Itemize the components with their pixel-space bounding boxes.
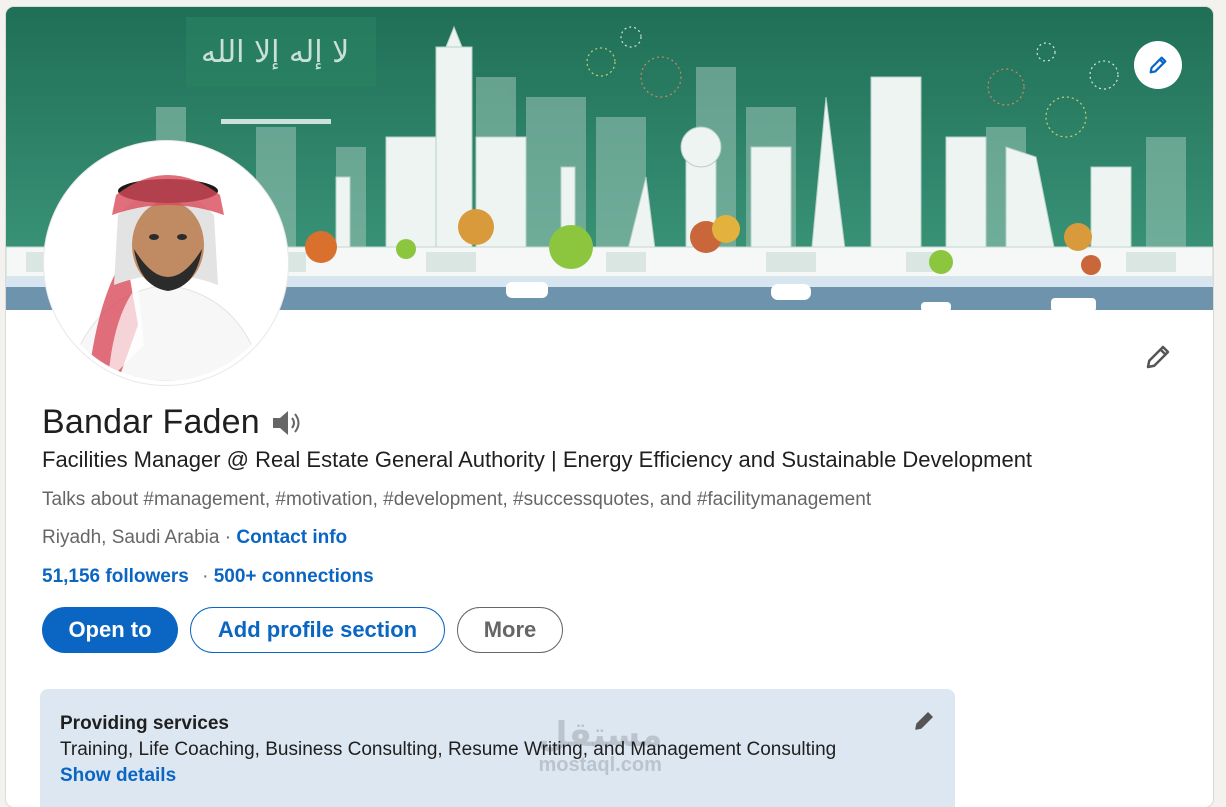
pencil-icon bbox=[1146, 345, 1170, 369]
location-row: Riyadh, Saudi Arabia · Contact info bbox=[42, 527, 347, 549]
talks-about: Talks about #management, #motivation, #d… bbox=[42, 489, 872, 510]
pencil-icon bbox=[915, 712, 933, 730]
more-button[interactable]: More bbox=[457, 607, 563, 653]
connections-link[interactable]: 500+ connections bbox=[214, 566, 374, 587]
contact-info-link[interactable]: Contact info bbox=[236, 527, 347, 548]
edit-cover-button[interactable] bbox=[1134, 41, 1182, 89]
profile-card: ﻻ ﺇﻟﻪ ﺇﻻ ﺍﻟﻠﻪ Bandar Faden Facilities Ma… bbox=[6, 7, 1213, 807]
open-to-button[interactable]: Open to bbox=[42, 607, 178, 653]
followers-link[interactable]: 51,156 followers bbox=[42, 566, 189, 587]
location-text: Riyadh, Saudi Arabia bbox=[42, 527, 220, 548]
profile-name: Bandar Faden bbox=[42, 403, 260, 441]
add-profile-section-button[interactable]: Add profile section bbox=[190, 607, 445, 653]
edit-intro-button[interactable] bbox=[1138, 337, 1178, 377]
profile-headline: Facilities Manager @ Real Estate General… bbox=[42, 447, 1033, 472]
network-stats: 51,156 followers · 500+ connections bbox=[42, 566, 374, 588]
profile-photo-image bbox=[48, 145, 284, 381]
edit-services-button[interactable] bbox=[910, 707, 938, 735]
show-details-link[interactable]: Show details bbox=[60, 765, 176, 787]
providing-services-card: مستقل mostaql.com Providing services Tra… bbox=[40, 689, 955, 807]
location-separator: · bbox=[219, 527, 237, 548]
name-row: Bandar Faden bbox=[42, 403, 304, 442]
svg-text:ﻻ ﺇﻟﻪ ﺇﻻ ﺍﻟﻠﻪ: ﻻ ﺇﻟﻪ ﺇﻻ ﺍﻟﻠﻪ bbox=[201, 35, 349, 70]
speaker-icon bbox=[272, 410, 300, 435]
pencil-icon bbox=[1149, 56, 1167, 74]
profile-photo[interactable] bbox=[44, 141, 288, 385]
name-pronunciation-button[interactable] bbox=[270, 408, 304, 438]
services-list: Training, Life Coaching, Business Consul… bbox=[60, 739, 837, 760]
stats-separator: · bbox=[196, 566, 214, 587]
services-title: Providing services bbox=[60, 713, 229, 734]
profile-actions: Open to Add profile section More bbox=[42, 607, 563, 653]
